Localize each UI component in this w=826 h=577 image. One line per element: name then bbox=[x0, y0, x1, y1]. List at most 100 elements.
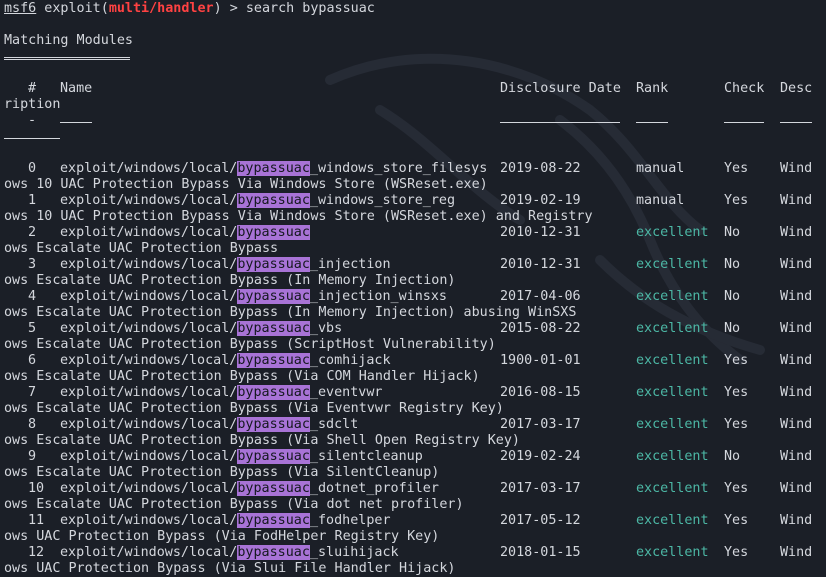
module-rank: excellent bbox=[636, 481, 709, 496]
module-name: exploit/windows/local/bypassuac_windows_… bbox=[60, 193, 455, 209]
module-check: Yes bbox=[724, 161, 749, 176]
module-rank: manual bbox=[636, 161, 685, 176]
table-row-wrap: ows Escalate UAC Protection Bypass bbox=[4, 241, 826, 257]
module-desc-rest: ows Escalate UAC Protection Bypass (Via … bbox=[4, 401, 504, 416]
module-number: 9 bbox=[28, 449, 37, 464]
module-path: exploit/windows/local/ bbox=[60, 481, 238, 496]
module-path: exploit/windows/local/ bbox=[60, 353, 238, 368]
module-name: exploit/windows/local/bypassuac_comhijac… bbox=[60, 353, 391, 369]
module-rank: excellent bbox=[636, 353, 709, 368]
table-row-wrap: ows UAC Protection Bypass (Via FodHelper… bbox=[4, 529, 826, 545]
module-rank: excellent bbox=[636, 545, 709, 560]
module-check: Yes bbox=[724, 353, 749, 368]
module-number: 10 bbox=[28, 481, 45, 496]
module-name: exploit/windows/local/bypassuac_eventvwr bbox=[60, 385, 383, 401]
section-underline-rule bbox=[4, 57, 130, 60]
module-check: Yes bbox=[724, 513, 749, 528]
module-rank: manual bbox=[636, 193, 685, 208]
module-rank: excellent bbox=[636, 289, 709, 304]
table-row-wrap: ows Escalate UAC Protection Bypass (Scri… bbox=[4, 337, 826, 353]
module-number: 4 bbox=[28, 289, 37, 304]
module-suffix: _sdclt bbox=[309, 417, 359, 432]
module-date: 2017-03-17 bbox=[500, 417, 581, 432]
module-number: 1 bbox=[28, 193, 37, 208]
table-row-wrap: ows Escalate UAC Protection Bypass (In M… bbox=[4, 273, 826, 289]
table-row: 5 exploit/windows/local/bypassuac_vbs 2015… bbox=[4, 321, 826, 337]
search-highlight: bypassuac bbox=[237, 161, 310, 176]
table-header-wrap: ription bbox=[4, 97, 826, 113]
module-desc-start: Wind bbox=[780, 321, 813, 336]
module-number: 5 bbox=[28, 321, 37, 336]
search-highlight: bypassuac bbox=[237, 545, 310, 560]
module-desc-start: Wind bbox=[780, 225, 813, 240]
table-row-wrap: ows Escalate UAC Protection Bypass (Via … bbox=[4, 369, 826, 385]
module-name: exploit/windows/local/bypassuac_injectio… bbox=[60, 257, 391, 273]
module-name: exploit/windows/local/bypassuac_vbs bbox=[60, 321, 342, 337]
table-row: 8 exploit/windows/local/bypassuac_sdclt 20… bbox=[4, 417, 826, 433]
table-row-wrap: ows Escalate UAC Protection Bypass (Via … bbox=[4, 465, 826, 481]
header-num: # bbox=[28, 81, 37, 96]
header-check: Check bbox=[724, 81, 765, 96]
module-date: 2016-08-15 bbox=[500, 385, 581, 400]
module-desc-rest: ows Escalate UAC Protection Bypass (In M… bbox=[4, 273, 456, 288]
module-desc-rest: ows UAC Protection Bypass (Via Slui File… bbox=[4, 561, 456, 576]
module-rank: excellent bbox=[636, 385, 709, 400]
module-path: exploit/windows/local/ bbox=[60, 513, 238, 528]
module-rank: excellent bbox=[636, 513, 709, 528]
table-row: 7 exploit/windows/local/bypassuac_eventvw… bbox=[4, 385, 826, 401]
module-desc-rest: ows Escalate UAC Protection Bypass bbox=[4, 241, 279, 256]
search-highlight: bypassuac bbox=[237, 193, 310, 208]
table-row: 4 exploit/windows/local/bypassuac_injecti… bbox=[4, 289, 826, 305]
table-row-wrap: ows 10 UAC Protection Bypass Via Windows… bbox=[4, 177, 826, 193]
command-line: msf6 exploit(multi/handler) > search byp… bbox=[4, 1, 826, 17]
table-row: 1 exploit/windows/local/bypassuac_windows… bbox=[4, 193, 826, 209]
table-row-wrap: ows Escalate UAC Protection Bypass (Via … bbox=[4, 401, 826, 417]
module-number: 2 bbox=[28, 225, 37, 240]
search-highlight: bypassuac bbox=[237, 225, 310, 240]
table-row: 6 exploit/windows/local/bypassuac_comhija… bbox=[4, 353, 826, 369]
section-underline bbox=[4, 49, 826, 65]
module-suffix: _silentcleanup bbox=[309, 449, 423, 464]
module-desc-start: Wind bbox=[780, 257, 813, 272]
table-row: 2 exploit/windows/local/bypassuac 2010-12-… bbox=[4, 225, 826, 241]
module-number: 12 bbox=[28, 545, 45, 560]
module-check: No bbox=[724, 257, 741, 272]
module-suffix: _injection bbox=[309, 257, 391, 272]
table-row-wrap: ows Escalate UAC Protection Bypass (Via … bbox=[4, 497, 826, 513]
header-rank: Rank bbox=[636, 81, 669, 96]
module-check: No bbox=[724, 449, 741, 464]
module-path: exploit/windows/local/ bbox=[60, 193, 238, 208]
module-path: exploit/windows/local/ bbox=[60, 417, 238, 432]
module-desc-rest: ows Escalate UAC Protection Bypass (In M… bbox=[4, 305, 577, 320]
module-path: exploit/windows/local/ bbox=[60, 289, 238, 304]
module-desc-rest: ows Escalate UAC Protection Bypass (Via … bbox=[4, 369, 480, 384]
module-desc-start: Wind bbox=[780, 513, 813, 528]
dash-rank bbox=[636, 113, 668, 123]
module-check: No bbox=[724, 289, 741, 304]
module-path: exploit/windows/local/ bbox=[60, 385, 238, 400]
module-name: exploit/windows/local/bypassuac_sdclt bbox=[60, 417, 358, 433]
module-rank: excellent bbox=[636, 257, 709, 272]
table-row: 11 exploit/windows/local/bypassuac_fodhel… bbox=[4, 513, 826, 529]
module-date: 2019-08-22 bbox=[500, 161, 581, 176]
table-row: 3 exploit/windows/local/bypassuac_injecti… bbox=[4, 257, 826, 273]
module-date: 2017-05-12 bbox=[500, 513, 581, 528]
section-title: Matching Modules bbox=[4, 33, 826, 49]
module-date: 2019-02-19 bbox=[500, 193, 581, 208]
module-desc-start: Wind bbox=[780, 353, 813, 368]
module-suffix: _fodhelper bbox=[309, 513, 391, 528]
module-desc-start: Wind bbox=[780, 417, 813, 432]
module-rank: excellent bbox=[636, 321, 709, 336]
module-desc-rest: ows 10 UAC Protection Bypass Via Windows… bbox=[4, 209, 593, 224]
module-desc-start: Wind bbox=[780, 385, 813, 400]
search-highlight: bypassuac bbox=[237, 257, 310, 272]
search-highlight: bypassuac bbox=[237, 321, 310, 336]
search-highlight: bypassuac bbox=[237, 353, 310, 368]
module-date: 2018-01-15 bbox=[500, 545, 581, 560]
module-rank: excellent bbox=[636, 225, 709, 240]
header-name: Name bbox=[60, 81, 93, 96]
module-date: 2015-08-22 bbox=[500, 321, 581, 336]
module-desc-rest: ows UAC Protection Bypass (Via FodHelper… bbox=[4, 529, 440, 544]
module-number: 3 bbox=[28, 257, 37, 272]
